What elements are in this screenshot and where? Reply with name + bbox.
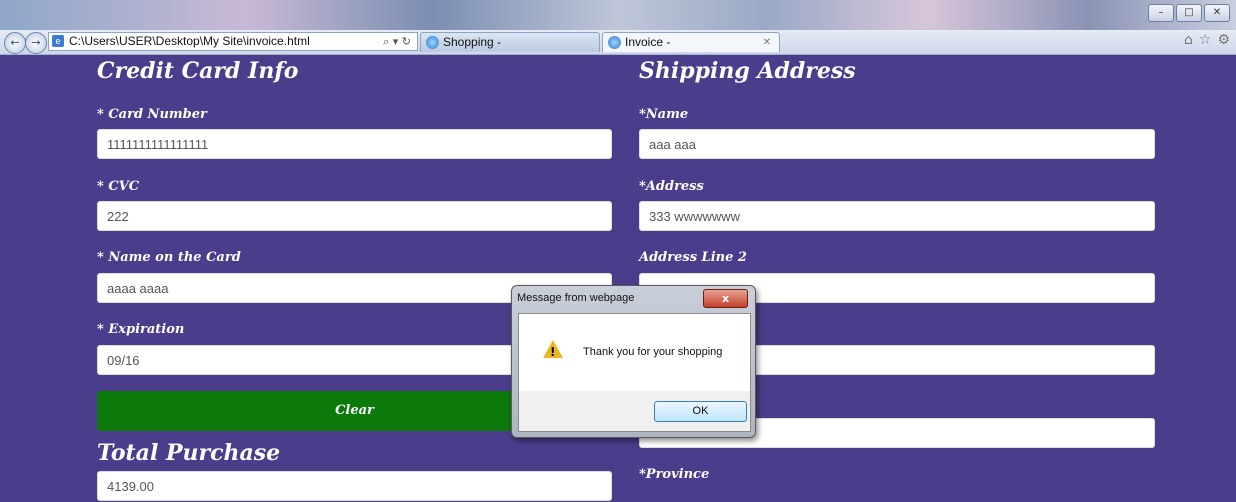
ok-button[interactable]: OK	[654, 401, 747, 422]
dialog-body: ! Thank you for your shopping OK	[518, 313, 751, 432]
browser-navbar: ← → e C:\Users\USER\Desktop\My Site\invo…	[0, 30, 1236, 55]
window-titlebar: – □ ✕	[0, 0, 1236, 30]
minimize-button[interactable]: –	[1148, 4, 1174, 22]
page-icon: e	[52, 35, 64, 47]
address-url: C:\Users\USER\Desktop\My Site\invoice.ht…	[69, 34, 310, 48]
tab-invoice[interactable]: Invoice - ✕	[602, 32, 780, 52]
name-on-card-label: * Name on the Card	[97, 250, 241, 265]
window-buttons: – □ ✕	[1148, 4, 1230, 22]
tools-icon[interactable]: ⚙	[1217, 32, 1230, 48]
total-purchase-field: 4139.00	[97, 471, 612, 501]
dialog-message: Thank you for your shopping	[583, 346, 723, 358]
dialog-message-area: ! Thank you for your shopping	[519, 314, 750, 390]
tab-label: Invoice -	[625, 35, 671, 49]
shipping-address-input[interactable]: 333 wwwwwww	[639, 201, 1155, 231]
cvc-input[interactable]: 222	[97, 201, 612, 231]
card-number-label: * Card Number	[97, 107, 207, 122]
warning-icon-mark: !	[550, 345, 556, 359]
ie-icon	[426, 36, 439, 49]
credit-card-heading: Credit Card Info	[97, 58, 299, 84]
card-number-input[interactable]: 1111111111111111	[97, 129, 612, 159]
shipping-address-heading: Shipping Address	[639, 58, 856, 84]
message-dialog: Message from webpage x ! Thank you for y…	[511, 285, 756, 438]
forward-button[interactable]: →	[25, 32, 47, 54]
shipping-address-label: *Address	[639, 179, 704, 194]
tab-close-icon[interactable]: ✕	[763, 33, 771, 52]
close-window-button[interactable]: ✕	[1204, 4, 1230, 22]
province-label: *Province	[639, 467, 710, 482]
dialog-close-button[interactable]: x	[703, 289, 748, 308]
shipping-name-input[interactable]: aaa aaa	[639, 129, 1155, 159]
shipping-name-label: *Name	[639, 107, 689, 122]
expiration-label: * Expiration	[97, 322, 185, 337]
address-line2-label: Address Line 2	[639, 250, 747, 265]
favorites-icon[interactable]: ☆	[1199, 32, 1212, 48]
back-button[interactable]: ←	[4, 32, 26, 54]
browser-right-icons: ⌂ ☆ ⚙	[1184, 32, 1230, 48]
dialog-title: Message from webpage	[517, 292, 635, 304]
tab-shopping[interactable]: Shopping -	[420, 32, 600, 52]
ie-icon	[608, 36, 621, 49]
dialog-footer: OK	[519, 391, 750, 431]
tab-label: Shopping -	[443, 35, 502, 49]
address-bar[interactable]: e C:\Users\USER\Desktop\My Site\invoice.…	[48, 32, 418, 51]
maximize-button[interactable]: □	[1176, 4, 1202, 22]
cvc-label: * CVC	[97, 179, 140, 194]
home-icon[interactable]: ⌂	[1184, 32, 1193, 48]
total-purchase-heading: Total Purchase	[97, 440, 281, 466]
address-tools[interactable]: ⌕ ▾ ↻	[383, 33, 411, 50]
